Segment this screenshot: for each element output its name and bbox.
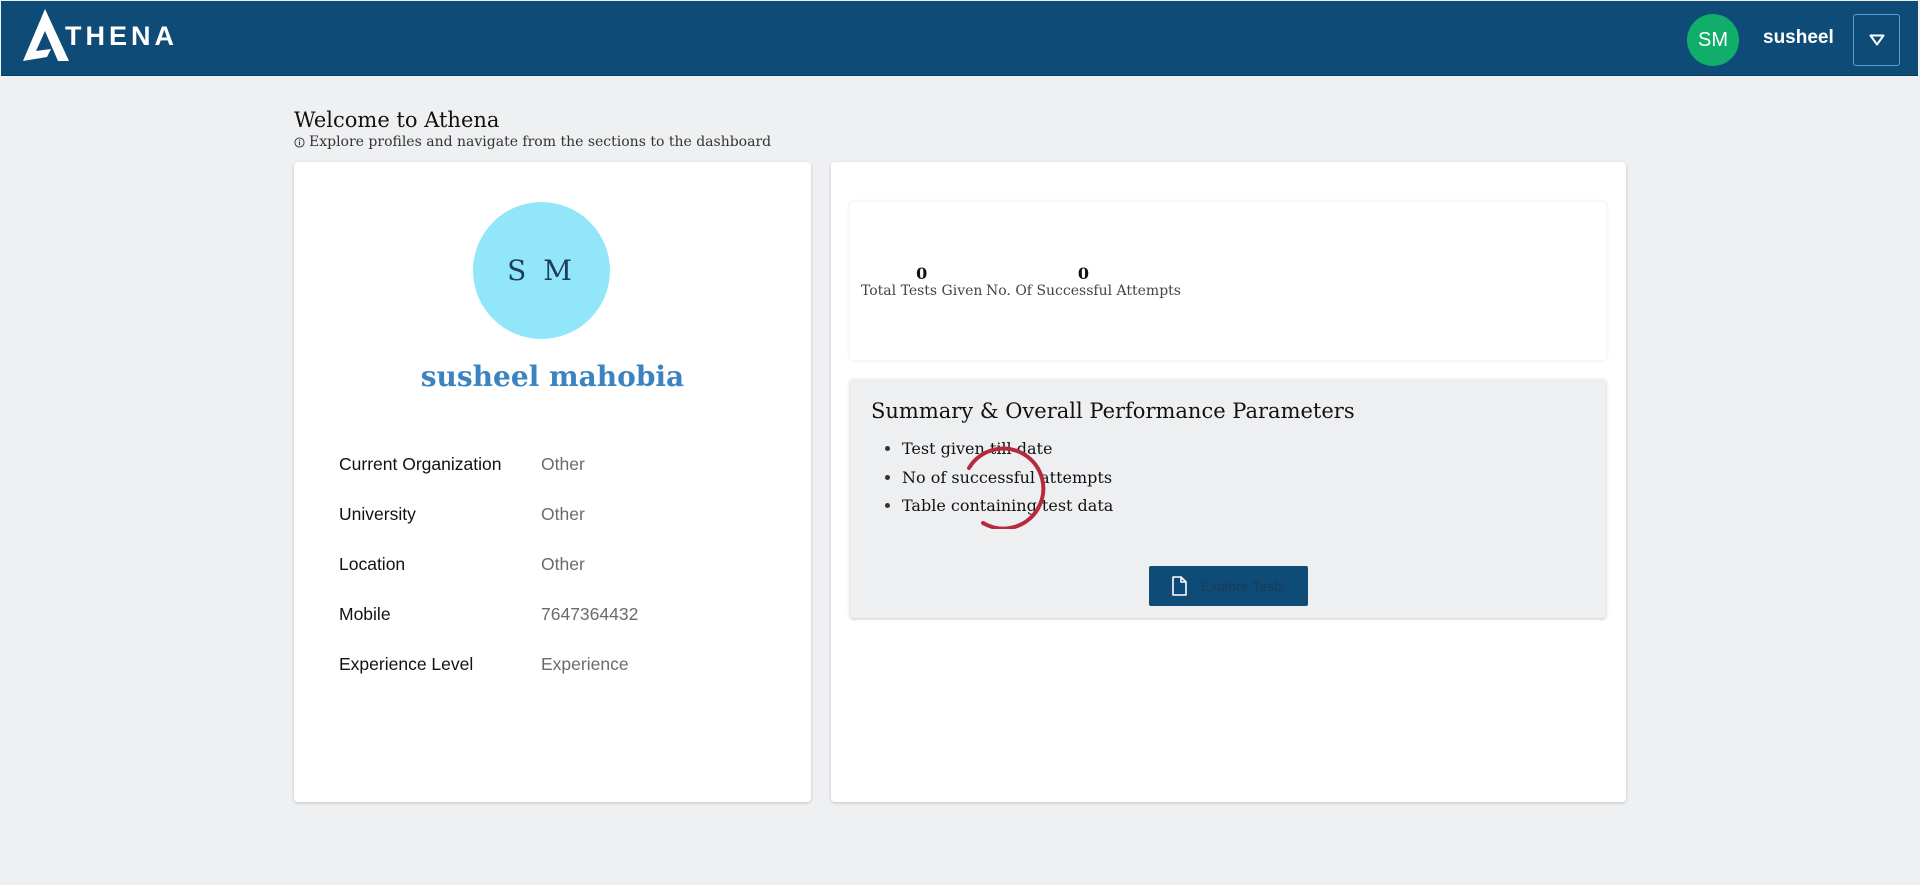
page-subtitle: Explore profiles and navigate from the s… xyxy=(294,134,771,150)
athena-logo-icon xyxy=(23,9,69,61)
info-row-location: Location Other xyxy=(339,554,779,580)
caret-down-icon xyxy=(1869,34,1884,46)
stat-label: No. Of Successful Attempts xyxy=(986,283,1181,299)
info-row-university: University Other xyxy=(339,504,779,530)
profile-avatar: S M xyxy=(473,202,610,339)
profile-card: S M susheel mahobia Current Organization… xyxy=(294,162,811,802)
stat-successful-attempts: 0 No. Of Successful Attempts xyxy=(986,264,1181,299)
info-label: Current Organization xyxy=(339,454,502,474)
stat-value: 0 xyxy=(1077,264,1090,283)
explore-tests-label: Explore Tests xyxy=(1201,578,1285,594)
info-value: Other xyxy=(541,454,585,474)
top-navbar: THENA SM susheel xyxy=(1,1,1918,76)
page-subtitle-text: Explore profiles and navigate from the s… xyxy=(309,134,772,150)
info-value: 7647364432 xyxy=(541,604,639,624)
athena-logo[interactable]: THENA xyxy=(21,9,178,61)
info-row-current-organization: Current Organization Other xyxy=(339,454,779,480)
stats-box: 0 Total Tests Given 0 No. Of Successful … xyxy=(850,202,1606,360)
stat-label: Total Tests Given xyxy=(861,283,983,299)
page-title: Welcome to Athena xyxy=(294,108,500,132)
profile-name: susheel mahobia xyxy=(420,360,685,393)
logo-text: THENA xyxy=(65,20,178,51)
user-name[interactable]: susheel xyxy=(1763,27,1834,49)
stat-total-tests: 0 Total Tests Given xyxy=(861,264,982,299)
user-menu-dropdown-button[interactable] xyxy=(1853,14,1900,66)
info-label: University xyxy=(339,504,416,524)
dashboard-panel: 0 Total Tests Given 0 No. Of Successful … xyxy=(831,162,1626,802)
summary-box: Summary & Overall Performance Parameters… xyxy=(850,379,1606,618)
info-label: Mobile xyxy=(339,604,391,624)
explore-tests-button[interactable]: Explore Tests xyxy=(1149,566,1308,606)
info-label: Location xyxy=(339,554,406,574)
summary-title: Summary & Overall Performance Parameters xyxy=(871,399,1355,423)
user-avatar[interactable]: SM xyxy=(1687,14,1739,66)
info-value: Other xyxy=(541,554,585,574)
info-row-experience-level: Experience Level Experience xyxy=(339,654,779,680)
info-icon xyxy=(294,136,305,148)
info-value: Other xyxy=(541,504,585,524)
spinner-icon xyxy=(967,446,1046,529)
info-label: Experience Level xyxy=(339,654,474,674)
stat-value: 0 xyxy=(916,264,928,283)
info-row-mobile: Mobile 7647364432 xyxy=(339,604,779,630)
document-icon xyxy=(1172,576,1187,596)
info-value: Experience xyxy=(541,654,629,674)
